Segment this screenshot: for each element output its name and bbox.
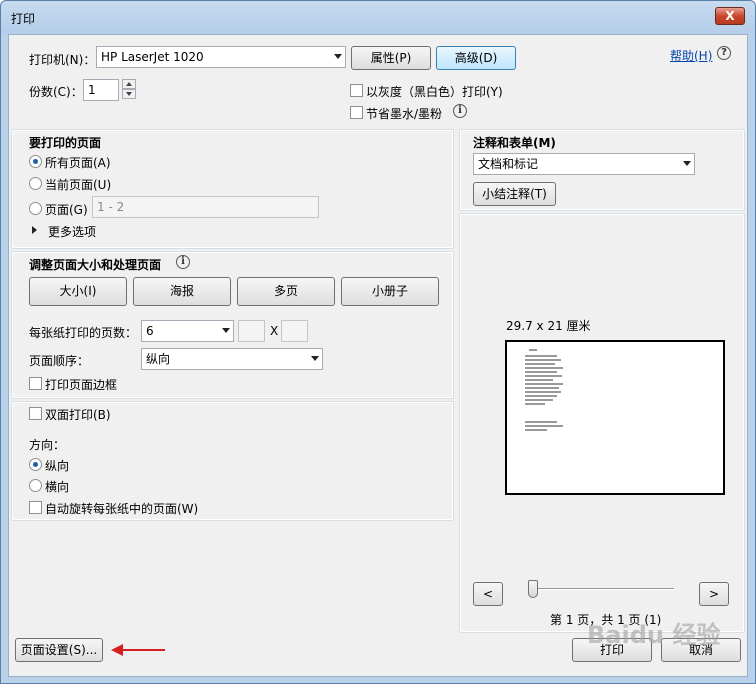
expand-triangle-icon[interactable] bbox=[32, 226, 37, 234]
orientation-label: 方向： bbox=[29, 438, 66, 452]
annotation-arrow-icon bbox=[111, 644, 165, 656]
spin-down-icon[interactable] bbox=[122, 89, 136, 99]
advanced-button[interactable]: 高级(D) bbox=[436, 46, 516, 70]
info-icon[interactable]: i bbox=[453, 104, 467, 118]
printer-label: 打印机(N)： bbox=[29, 53, 96, 67]
pages-per-sheet-label: 每张纸打印的页数： bbox=[29, 326, 138, 340]
page-range-input[interactable]: 1 - 2 bbox=[92, 196, 319, 218]
info-icon[interactable]: i bbox=[176, 255, 190, 269]
duplex-checkbox[interactable] bbox=[29, 407, 42, 420]
poster-button[interactable]: 海报 bbox=[133, 277, 231, 306]
close-button[interactable]: X bbox=[715, 7, 745, 25]
portrait-label: 纵向 bbox=[45, 459, 70, 473]
dialog-body: 打印机(N)： HP LaserJet 1020 属性(P) 高级(D) 帮助(… bbox=[8, 34, 748, 677]
printer-select[interactable]: HP LaserJet 1020 bbox=[96, 46, 346, 68]
printer-select-value: HP LaserJet 1020 bbox=[101, 50, 204, 64]
paper-size-label: 29.7 x 21 厘米 bbox=[506, 319, 591, 333]
page-range-label: 页面(G) bbox=[45, 203, 88, 217]
page-order-select[interactable]: 纵向 bbox=[141, 348, 323, 370]
copies-spinner[interactable] bbox=[122, 79, 136, 99]
booklet-button[interactable]: 小册子 bbox=[341, 277, 439, 306]
page-setup-button[interactable]: 页面设置(S)... bbox=[15, 638, 103, 662]
all-pages-label: 所有页面(A) bbox=[45, 156, 111, 170]
page-preview bbox=[505, 340, 725, 495]
page-order-value: 纵向 bbox=[146, 352, 171, 366]
duplex-label: 双面打印(B) bbox=[45, 408, 111, 422]
title-bar[interactable]: 打印 X bbox=[1, 1, 755, 34]
chevron-down-icon bbox=[222, 328, 230, 333]
preview-content bbox=[525, 349, 563, 431]
grayscale-checkbox[interactable] bbox=[350, 84, 363, 97]
page-order-label: 页面顺序： bbox=[29, 354, 90, 368]
comments-select[interactable]: 文档和标记 bbox=[473, 153, 695, 175]
print-border-label: 打印页面边框 bbox=[45, 378, 118, 392]
pages-per-sheet-rows[interactable] bbox=[281, 320, 308, 342]
comments-select-value: 文档和标记 bbox=[478, 157, 539, 171]
copies-label: 份数(C)： bbox=[29, 85, 83, 99]
comments-title: 注释和表单(M) bbox=[473, 136, 556, 150]
grayscale-label: 以灰度（黑白色）打印(Y) bbox=[366, 85, 503, 99]
next-page-button[interactable]: > bbox=[699, 582, 729, 606]
times-label: X bbox=[270, 324, 279, 338]
pages-per-sheet-columns[interactable] bbox=[238, 320, 265, 342]
pages-to-print-title: 要打印的页面 bbox=[29, 136, 102, 150]
portrait-radio[interactable] bbox=[29, 458, 42, 471]
help-link[interactable]: 帮助(H) bbox=[670, 47, 712, 64]
page-range-radio[interactable] bbox=[29, 202, 42, 215]
chevron-down-icon bbox=[683, 161, 691, 166]
window-title: 打印 bbox=[11, 12, 36, 26]
chevron-down-icon bbox=[334, 54, 342, 59]
print-border-checkbox[interactable] bbox=[29, 377, 42, 390]
page-slider-thumb[interactable] bbox=[528, 580, 538, 598]
page-slider-track[interactable] bbox=[529, 588, 674, 590]
pages-per-sheet-value: 6 bbox=[146, 324, 154, 338]
save-ink-checkbox[interactable] bbox=[350, 106, 363, 119]
more-options-link[interactable]: 更多选项 bbox=[48, 223, 96, 240]
copies-input[interactable]: 1 bbox=[83, 79, 119, 101]
current-page-radio[interactable] bbox=[29, 177, 42, 190]
spin-up-icon[interactable] bbox=[122, 79, 136, 89]
pages-per-sheet-select[interactable]: 6 bbox=[141, 320, 234, 342]
watermark-text: Baidu 经验 bbox=[587, 621, 721, 649]
landscape-label: 横向 bbox=[45, 480, 70, 494]
save-ink-label: 节省墨水/墨粉 bbox=[366, 107, 443, 121]
current-page-label: 当前页面(U) bbox=[45, 178, 112, 192]
page-sizing-title: 调整页面大小和处理页面 bbox=[29, 258, 162, 272]
chevron-down-icon bbox=[311, 356, 319, 361]
all-pages-radio[interactable] bbox=[29, 155, 42, 168]
auto-rotate-checkbox[interactable] bbox=[29, 501, 42, 514]
summarize-comments-button[interactable]: 小结注释(T) bbox=[473, 182, 556, 206]
auto-rotate-label: 自动旋转每张纸中的页面(W) bbox=[45, 502, 199, 516]
prev-page-button[interactable]: < bbox=[473, 582, 503, 606]
landscape-radio[interactable] bbox=[29, 479, 42, 492]
print-dialog: 打印 X 打印机(N)： HP LaserJet 1020 属性(P) 高级(D… bbox=[0, 0, 756, 684]
properties-button[interactable]: 属性(P) bbox=[351, 46, 431, 70]
size-button[interactable]: 大小(I) bbox=[29, 277, 127, 306]
help-icon[interactable]: ? bbox=[717, 46, 731, 60]
multiple-button[interactable]: 多页 bbox=[237, 277, 335, 306]
